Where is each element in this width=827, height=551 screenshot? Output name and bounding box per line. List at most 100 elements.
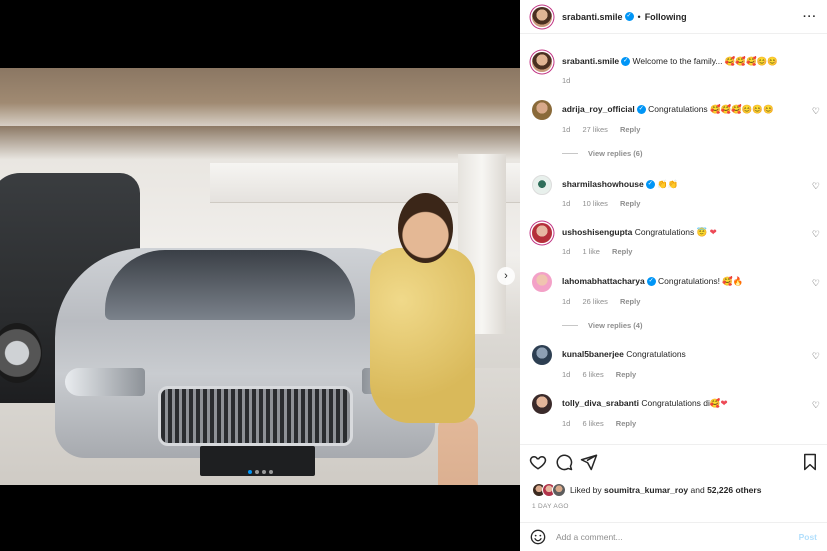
author-username[interactable]: srabanti.smile xyxy=(562,12,623,22)
share-paper-plane-icon[interactable] xyxy=(580,453,598,471)
like-comment-heart-icon[interactable]: ♡ xyxy=(812,229,820,240)
comment-meta: 1d 1 like Reply xyxy=(562,247,642,256)
comment-username[interactable]: adrija_roy_official xyxy=(562,104,635,114)
comment-text: Congratulations! xyxy=(658,276,720,286)
verified-badge-icon: ✓ xyxy=(646,277,656,287)
comment-body: sharmilashowhouse ✓ 👏👏 xyxy=(562,179,802,190)
like-comment-heart-icon[interactable]: ♡ xyxy=(812,278,820,289)
caption-avatar[interactable] xyxy=(532,52,552,72)
comment-text: Congratulations xyxy=(626,349,686,359)
comment-likes[interactable]: 27 likes xyxy=(582,125,607,134)
comment-emojis: 👏👏 xyxy=(657,179,679,189)
comment-body: kunal5banerjee Congratulations xyxy=(562,349,802,360)
like-comment-heart-icon[interactable]: ♡ xyxy=(812,351,820,362)
photo-person-legs xyxy=(438,418,478,485)
photo-ceiling xyxy=(0,68,520,126)
comment-avatar[interactable] xyxy=(532,100,552,120)
liked-by-others[interactable]: 52,226 others xyxy=(707,485,761,495)
comment-avatar[interactable] xyxy=(532,345,552,365)
liked-by-avatars[interactable] xyxy=(532,483,566,497)
chevron-right-icon: › xyxy=(504,269,508,282)
liked-by-prefix: Liked by xyxy=(570,485,602,495)
comment-likes[interactable]: 26 likes xyxy=(582,297,607,306)
comment-time: 1d xyxy=(562,247,571,256)
like-heart-icon[interactable] xyxy=(529,453,547,471)
carousel-indicator xyxy=(0,470,520,474)
view-replies-button[interactable]: View replies (4) xyxy=(562,321,642,330)
media-pane: › xyxy=(0,0,520,551)
comment-username[interactable]: ushoshisengupta xyxy=(562,227,632,237)
comment-body: adrija_roy_official ✓ Congratulations 🥰🥰🥰… xyxy=(562,104,802,115)
view-replies-line xyxy=(562,153,578,154)
comment-likes[interactable]: 1 like xyxy=(582,247,600,256)
comment-meta: 1d 6 likes Reply xyxy=(562,419,646,428)
comment-likes[interactable]: 6 likes xyxy=(582,370,603,379)
comment-username[interactable]: sharmilashowhouse xyxy=(562,179,644,189)
photo-person-dress xyxy=(370,248,475,423)
verified-badge-icon: ✓ xyxy=(645,180,655,190)
comment-meta: 1d 26 likes Reply xyxy=(562,297,650,306)
dot-separator: • xyxy=(637,11,641,22)
comment-emojis: 😇 xyxy=(696,227,708,237)
like-comment-heart-icon[interactable]: ♡ xyxy=(812,400,820,411)
comment-meta: 1d 10 likes Reply xyxy=(562,199,650,208)
liked-by-user[interactable]: soumitra_kumar_roy xyxy=(604,485,688,495)
author-avatar[interactable] xyxy=(532,6,552,27)
comment-emojis: 🥰🥰🥰😊😊😊 xyxy=(710,104,774,114)
comment-likes[interactable]: 10 likes xyxy=(582,199,607,208)
carousel-dot xyxy=(268,470,273,474)
carousel-dot xyxy=(254,470,259,474)
reply-button[interactable]: Reply xyxy=(616,370,636,379)
caption-meta: 1d xyxy=(562,76,580,85)
comment-body: lahomabhattacharya ✓ Congratulations! 🥰🔥 xyxy=(562,276,802,287)
comment-text: Congratulations di xyxy=(641,398,710,408)
add-comment-input[interactable] xyxy=(556,532,799,542)
post-actions: Liked by soumitra_kumar_roy and 52,226 o… xyxy=(520,444,827,514)
view-replies-line xyxy=(562,325,578,326)
liker-avatar xyxy=(552,483,566,497)
comment-avatar[interactable] xyxy=(532,272,552,292)
carousel-dot xyxy=(261,470,266,474)
like-comment-heart-icon[interactable]: ♡ xyxy=(812,181,820,192)
comment-avatar[interactable] xyxy=(532,394,552,414)
post-date[interactable]: 1 DAY AGO xyxy=(532,503,569,510)
comment-likes[interactable]: 6 likes xyxy=(582,419,603,428)
verified-badge-icon: ✓ xyxy=(624,12,634,21)
comment-bubble-icon[interactable] xyxy=(555,453,573,471)
save-bookmark-icon[interactable] xyxy=(801,453,819,471)
comment-username[interactable]: kunal5banerjee xyxy=(562,349,624,359)
reply-button[interactable]: Reply xyxy=(616,419,636,428)
reply-button[interactable]: Reply xyxy=(620,199,640,208)
like-comment-heart-icon[interactable]: ♡ xyxy=(812,106,820,117)
post-photo[interactable] xyxy=(0,68,520,485)
comment-body: tolly_diva_srabanti Congratulations di🥰❤ xyxy=(562,398,802,409)
caption-time: 1d xyxy=(562,76,571,85)
comment-meta: 1d 6 likes Reply xyxy=(562,370,646,379)
view-replies-button[interactable]: View replies (6) xyxy=(562,149,642,158)
emoji-smiley-icon[interactable] xyxy=(530,529,546,545)
more-horizontal-icon[interactable]: ··· xyxy=(803,11,817,23)
liked-by-summary: Liked by soumitra_kumar_roy and 52,226 o… xyxy=(532,483,761,497)
caption-username[interactable]: srabanti.smile xyxy=(562,56,619,66)
verified-badge-icon: ✓ xyxy=(636,105,646,115)
comment-body: ushoshisengupta Congratulations 😇 ❤ xyxy=(562,227,802,238)
photo-grille xyxy=(158,386,353,446)
comment-text: Congratulations xyxy=(634,227,695,237)
reply-button[interactable]: Reply xyxy=(612,247,632,256)
carousel-next-button[interactable]: › xyxy=(497,267,515,285)
comments-list: srabanti.smile ✓ Welcome to the family...… xyxy=(520,34,827,444)
comment-username[interactable]: tolly_diva_srabanti xyxy=(562,398,639,408)
comment-time: 1d xyxy=(562,370,571,379)
reply-button[interactable]: Reply xyxy=(620,125,640,134)
post-side-panel: srabanti.smile ✓ • Following ··· srabant… xyxy=(520,0,827,551)
caption-emojis: 🥰🥰🥰😊😊 xyxy=(724,56,778,66)
add-comment-bar: Post xyxy=(520,522,827,551)
comment-username[interactable]: lahomabhattacharya xyxy=(562,276,645,286)
comment-avatar[interactable] xyxy=(532,223,552,243)
post-comment-button[interactable]: Post xyxy=(799,532,817,542)
comment-avatar[interactable] xyxy=(532,175,552,195)
reply-button[interactable]: Reply xyxy=(620,297,640,306)
following-button[interactable]: Following xyxy=(645,12,687,22)
comment-emojis: 🥰🔥 xyxy=(722,276,744,286)
post-header: srabanti.smile ✓ • Following ··· xyxy=(520,0,827,34)
